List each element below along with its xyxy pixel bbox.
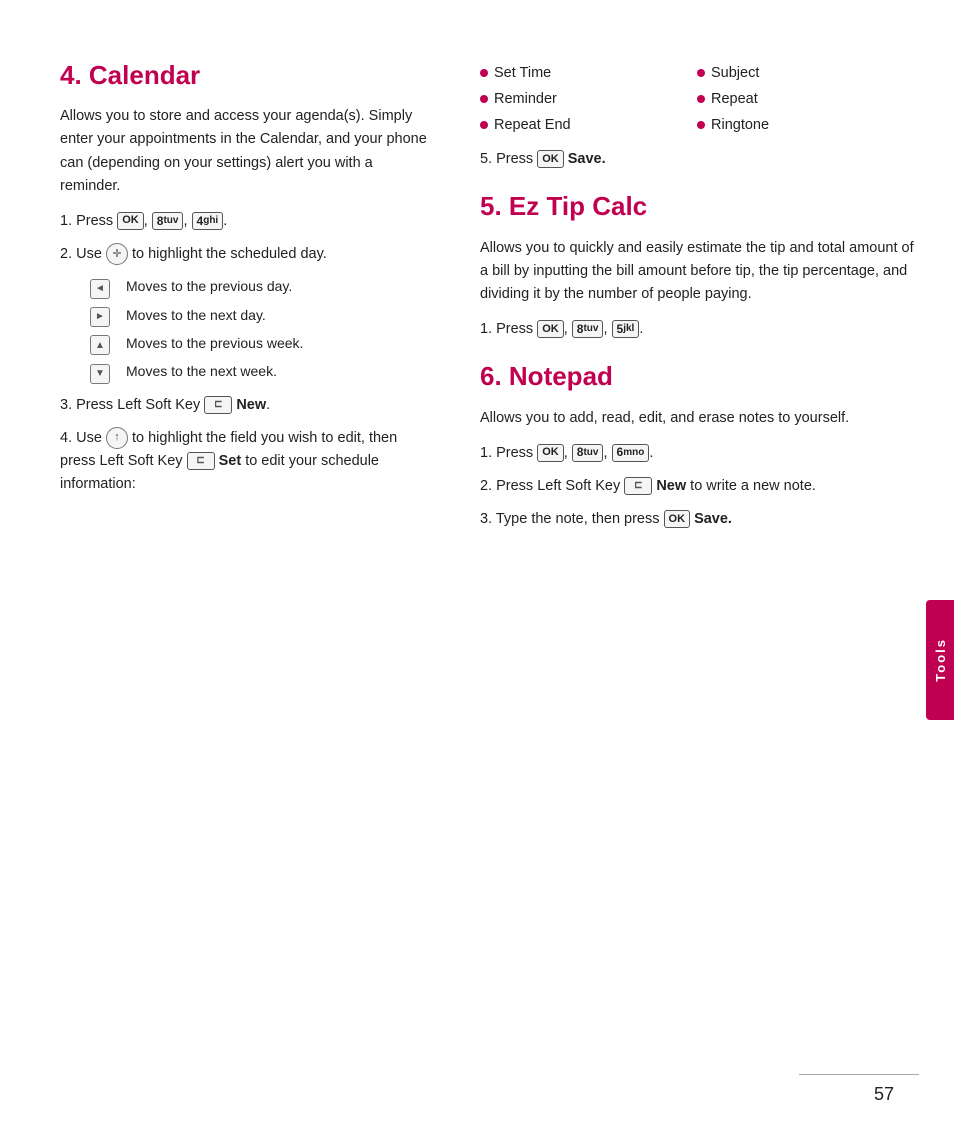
ez-step1-label: 1. Press — [480, 321, 533, 337]
notepad-step3-bold: Save. — [694, 511, 732, 527]
ez-tip-title: 5. Ez Tip Calc — [480, 191, 914, 222]
key-ok-np: OK — [537, 444, 564, 462]
page: 4. Calendar Allows you to store and acce… — [0, 0, 954, 1145]
notepad-step2-suffix: to write a new note. — [690, 478, 816, 494]
bullet-col-2: Subject Repeat Ringtone — [697, 60, 914, 138]
up-arrow-icon: ▲ — [90, 335, 110, 355]
notepad-body: Allows you to add, read, edit, and erase… — [480, 407, 914, 430]
calendar-step1: 1. Press OK, 8 tuv, 4 ghi. — [60, 210, 430, 233]
soft-key-icon-4: ⊏ — [187, 452, 215, 470]
page-number-line — [799, 1074, 919, 1075]
ez-tip-body: Allows you to quickly and easily estimat… — [480, 237, 914, 307]
step5-bold: Save. — [568, 151, 606, 167]
notepad-step1-label: 1. Press — [480, 445, 533, 461]
key-ok-ez: OK — [537, 320, 564, 338]
bullet-dot-1 — [480, 69, 488, 77]
notepad-title: 6. Notepad — [480, 361, 914, 392]
bullet-subject: Subject — [697, 60, 914, 86]
sidebar-label: Tools — [933, 638, 948, 682]
nav-circle-icon-2: ↑ — [106, 427, 128, 449]
bullet-repeat: Repeat — [697, 86, 914, 112]
key-8tuv-ez: 8 tuv — [572, 320, 604, 338]
notepad-step3: 3. Type the note, then press OK Save. — [480, 508, 914, 531]
left-arrow-icon: ◄ — [90, 279, 110, 299]
key-8tuv-1: 8 tuv — [152, 212, 184, 230]
bullet-repeat-end: Repeat End — [480, 112, 697, 138]
step1-label: 1. Press — [60, 213, 113, 229]
bullet-reminder: Reminder — [480, 86, 697, 112]
right-arrow-icon: ► — [90, 307, 110, 327]
bullet-dot-4 — [697, 69, 705, 77]
sub-bullet-next-week: ▼ Moves to the next week. — [90, 361, 430, 383]
sub-bullet-next-day: ► Moves to the next day. — [90, 305, 430, 327]
key-ok-np3: OK — [664, 510, 691, 528]
notepad-step2-bold: New — [656, 478, 686, 494]
step3-label: 3. Press Left Soft Key — [60, 397, 200, 413]
bullet-dot-2 — [480, 95, 488, 103]
down-arrow-icon: ▼ — [90, 364, 110, 384]
step2-text: to highlight the scheduled day. — [132, 246, 327, 262]
calendar-step2: 2. Use ✛ to highlight the scheduled day. — [60, 243, 430, 266]
nav-sub-bullets: ◄ Moves to the previous day. ► Moves to … — [90, 276, 430, 383]
key-6mno-np: 6 mno — [612, 444, 650, 462]
notepad-step2-label: 2. Press Left Soft Key — [480, 478, 620, 494]
notepad-step3-label: 3. Type the note, then press — [480, 511, 660, 527]
step2-label: 2. Use — [60, 246, 102, 262]
calendar-step5: 5. Press OK Save. — [480, 148, 914, 171]
bullet-dot-6 — [697, 121, 705, 129]
key-8tuv-np: 8 tuv — [572, 444, 604, 462]
sub-bullet-prev-week: ▲ Moves to the previous week. — [90, 333, 430, 355]
bullet-col-1: Set Time Reminder Repeat End — [480, 60, 697, 138]
nav-circle-icon: ✛ — [106, 243, 128, 265]
page-number: 57 — [874, 1084, 894, 1105]
calendar-step3: 3. Press Left Soft Key ⊏ New. — [60, 394, 430, 417]
key-ok-1: OK — [117, 212, 144, 230]
soft-key-icon-3: ⊏ — [204, 396, 232, 414]
ez-tip-step1: 1. Press OK, 8 tuv, 5 jkl. — [480, 318, 914, 341]
right-column: Set Time Reminder Repeat End Subject — [460, 60, 954, 1085]
key-4ghi-1: 4 ghi — [192, 212, 224, 230]
calendar-title: 4. Calendar — [60, 60, 430, 91]
soft-key-icon-np: ⊏ — [624, 477, 652, 495]
left-column: 4. Calendar Allows you to store and acce… — [0, 60, 460, 1085]
step4-label: 4. Use — [60, 430, 102, 446]
notepad-step1: 1. Press OK, 8 tuv, 6 mno. — [480, 442, 914, 465]
notepad-step2: 2. Press Left Soft Key ⊏ New to write a … — [480, 475, 914, 498]
features-bullet-list: Set Time Reminder Repeat End Subject — [480, 60, 914, 138]
step3-bold: New — [236, 397, 266, 413]
bullet-dot-5 — [697, 95, 705, 103]
calendar-body: Allows you to store and access your agen… — [60, 105, 430, 198]
sub-bullet-prev-day: ◄ Moves to the previous day. — [90, 276, 430, 298]
bullet-set-time: Set Time — [480, 60, 697, 86]
bullet-dot-3 — [480, 121, 488, 129]
calendar-step4: 4. Use ↑ to highlight the field you wish… — [60, 427, 430, 497]
key-ok-5: OK — [537, 150, 564, 168]
step5-label: 5. Press — [480, 151, 533, 167]
step4-bold: Set — [219, 453, 242, 469]
key-5jkl-ez: 5 jkl — [612, 320, 640, 338]
sidebar-tab: Tools — [926, 600, 954, 720]
bullet-ringtone: Ringtone — [697, 112, 914, 138]
